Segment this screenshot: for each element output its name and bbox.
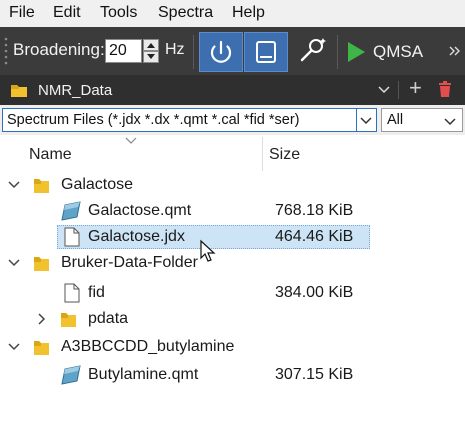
column-header-size[interactable]: Size: [269, 146, 300, 164]
spin-down-button[interactable]: [143, 51, 159, 63]
tree-row-file[interactable]: Galactose.qmt 768.18 KiB: [0, 198, 372, 224]
window-icon: [256, 41, 276, 63]
row-size: 384.00 KiB: [275, 284, 354, 301]
expand-arrow-icon[interactable]: [7, 256, 21, 270]
qmsa-button[interactable]: QMSA: [342, 32, 427, 72]
tree-row-file[interactable]: fid 384.00 KiB: [0, 280, 372, 306]
qmt-file-icon: [61, 365, 81, 385]
power-icon: [210, 40, 232, 63]
play-icon: [348, 42, 365, 62]
menu-edit[interactable]: Edit: [53, 4, 81, 22]
file-filter-combo[interactable]: Spectrum Files (*.jdx *.dx *.qmt *.cal *…: [2, 108, 377, 132]
collapse-arrow-icon[interactable]: [35, 312, 49, 326]
window-button[interactable]: [244, 32, 288, 72]
toolbar-separator: [193, 35, 194, 69]
tree-row-file-selected[interactable]: Galactose.jdx 464.46 KiB: [0, 224, 372, 262]
folder-icon: [34, 341, 49, 355]
row-name: Galactose: [61, 176, 134, 193]
row-name: Butylamine.qmt: [88, 366, 199, 383]
row-size: 768.18 KiB: [275, 202, 354, 219]
column-header-name[interactable]: Name: [29, 146, 72, 164]
row-name: pdata: [88, 310, 129, 327]
broadening-input[interactable]: [105, 39, 142, 63]
folder-icon: [34, 257, 49, 271]
spin-up-button[interactable]: [143, 39, 159, 51]
spin-down-icon: [147, 54, 155, 59]
type-filter-value: All: [387, 112, 404, 128]
power-button[interactable]: [199, 32, 243, 72]
chevron-down-icon: [444, 118, 456, 126]
file-filter-dropdown[interactable]: [356, 109, 376, 131]
toolbar-grip-icon: [4, 37, 8, 65]
tree-header: Name Size: [0, 137, 372, 171]
row-name: A3BBCCDD_butylamine: [61, 338, 235, 355]
row-name: fid: [88, 284, 105, 301]
toolbar-overflow-icon[interactable]: [449, 46, 461, 56]
file-filter-value: Spectrum Files (*.jdx *.dx *.qmt *.cal *…: [7, 112, 300, 128]
trash-icon[interactable]: [438, 81, 452, 98]
row-size: 307.15 KiB: [275, 366, 354, 383]
filter-row: Spectrum Files (*.jdx *.dx *.qmt *.cal *…: [0, 105, 465, 135]
row-name: Bruker-Data-Folder: [61, 254, 198, 271]
toolbar: Broadening: Hz QMSA: [0, 27, 465, 75]
tree-row-folder[interactable]: Galactose: [0, 172, 372, 198]
expand-arrow-icon[interactable]: [7, 178, 21, 192]
type-filter-combo[interactable]: All: [381, 108, 463, 132]
broadening-label: Broadening:: [13, 40, 105, 59]
peak-search-button[interactable]: [292, 32, 336, 72]
document-icon: [64, 283, 80, 303]
menu-spectra[interactable]: Spectra: [158, 4, 213, 22]
row-name: Galactose.qmt: [88, 202, 192, 219]
search-wand-icon: [300, 38, 326, 62]
tree-row-folder[interactable]: A3BBCCDD_butylamine: [0, 334, 372, 360]
menu-file[interactable]: File: [9, 4, 35, 22]
broadening-unit: Hz: [165, 41, 185, 58]
tree-row-folder[interactable]: Bruker-Data-Folder: [0, 250, 372, 276]
document-icon: [64, 227, 80, 247]
qmsa-label: QMSA: [373, 42, 424, 61]
spin-up-icon: [147, 43, 155, 48]
menu-help[interactable]: Help: [232, 4, 265, 22]
location-separator: [398, 81, 399, 99]
folder-icon: [34, 179, 49, 193]
menu-tools[interactable]: Tools: [100, 4, 137, 22]
tree-row-file[interactable]: Butylamine.qmt 307.15 KiB: [0, 362, 372, 388]
row-name: Galactose.jdx: [88, 228, 185, 245]
sort-indicator-icon: [125, 137, 137, 144]
expand-arrow-icon[interactable]: [7, 340, 21, 354]
row-size: 464.46 KiB: [275, 228, 354, 245]
current-folder-name: NMR_Data: [38, 82, 113, 99]
menu-bar: File Edit Tools Spectra Help: [0, 0, 465, 27]
add-button[interactable]: +: [409, 76, 422, 100]
chevron-down-icon[interactable]: [378, 86, 390, 94]
toolbar-separator: [337, 35, 338, 69]
chevron-down-icon: [360, 117, 372, 125]
tree-row-folder[interactable]: pdata: [0, 306, 372, 332]
qmt-file-icon: [61, 201, 81, 221]
folder-icon: [11, 85, 27, 97]
column-separator[interactable]: [262, 137, 263, 171]
folder-icon: [61, 313, 76, 327]
location-bar: NMR_Data +: [0, 75, 465, 105]
